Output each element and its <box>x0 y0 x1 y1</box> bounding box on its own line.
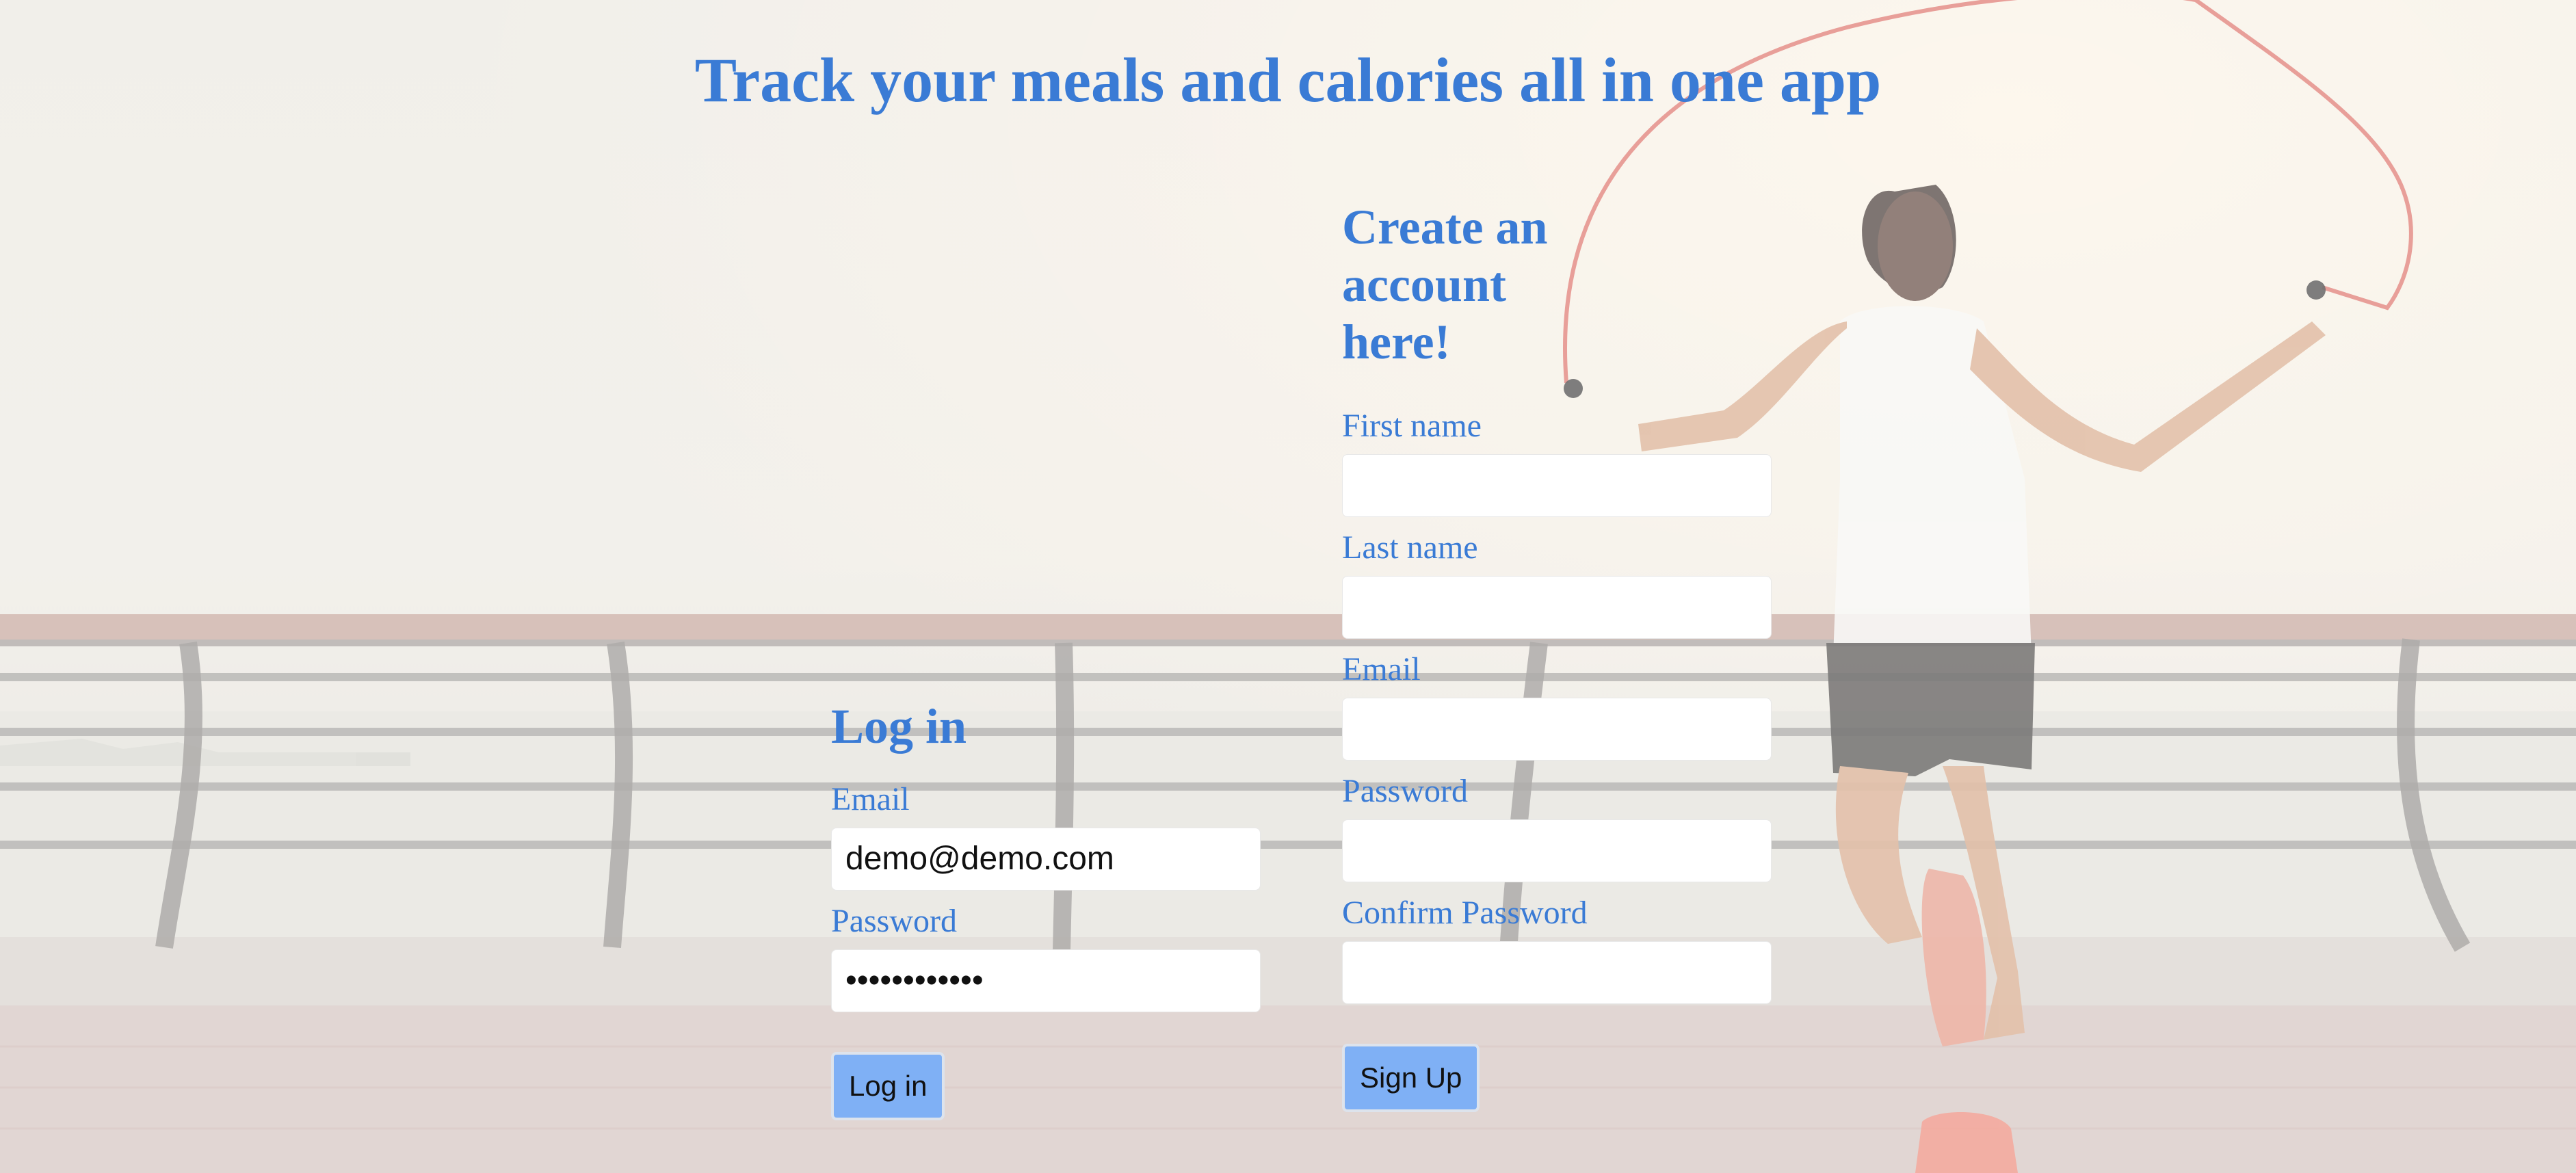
last-name-label: Last name <box>1342 529 1478 566</box>
signup-email-label: Email <box>1342 651 1421 687</box>
signup-button[interactable]: Sign Up <box>1342 1044 1480 1112</box>
login-button[interactable]: Log in <box>831 1052 945 1120</box>
first-name-label: First name <box>1342 408 1482 444</box>
login-form: Log in Email demo@demo.com Password ••••… <box>831 698 1261 1120</box>
login-heading: Log in <box>831 699 967 754</box>
login-password-input[interactable]: •••••••••••• <box>831 949 1261 1012</box>
last-name-input[interactable] <box>1342 576 1772 639</box>
signup-form: Create an account here! First name Last … <box>1342 198 1772 1112</box>
signup-password-label: Password <box>1342 773 1469 809</box>
login-email-input[interactable]: demo@demo.com <box>831 828 1261 891</box>
page-title: Track your meals and calories all in one… <box>694 45 1882 115</box>
confirm-password-label: Confirm Password <box>1342 895 1588 931</box>
login-email-label: Email <box>831 781 910 817</box>
confirm-password-input[interactable] <box>1342 941 1772 1004</box>
signup-password-input[interactable] <box>1342 819 1772 882</box>
login-password-label: Password <box>831 903 958 939</box>
first-name-input[interactable] <box>1342 454 1772 517</box>
signup-heading: Create an account here! <box>1342 200 1548 369</box>
signup-email-input[interactable] <box>1342 698 1772 761</box>
background-photo <box>0 0 2576 1173</box>
